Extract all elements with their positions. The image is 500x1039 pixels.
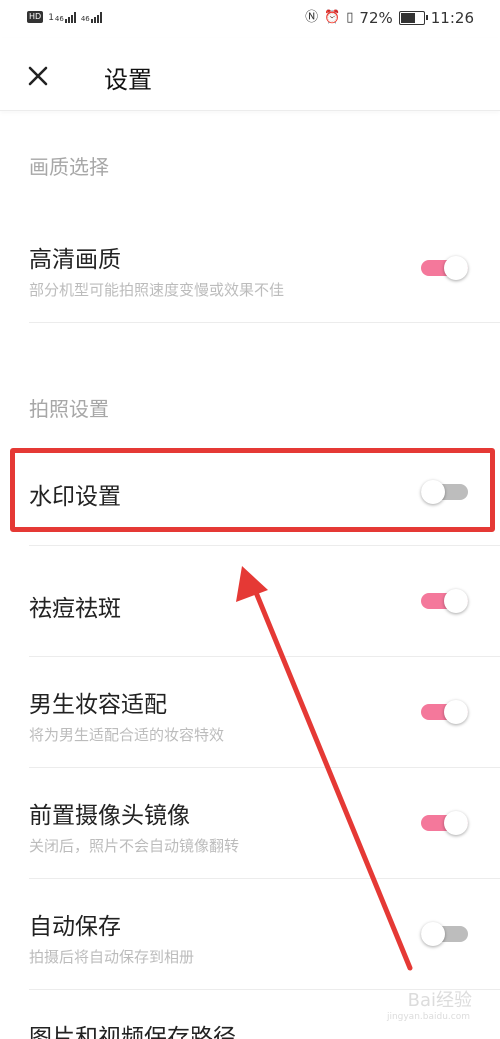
annotation-arrow bbox=[236, 566, 413, 971]
site-watermark: Bai经验 bbox=[407, 990, 472, 1011]
site-watermark-url: jingyan.baidu.com bbox=[386, 1012, 470, 1022]
